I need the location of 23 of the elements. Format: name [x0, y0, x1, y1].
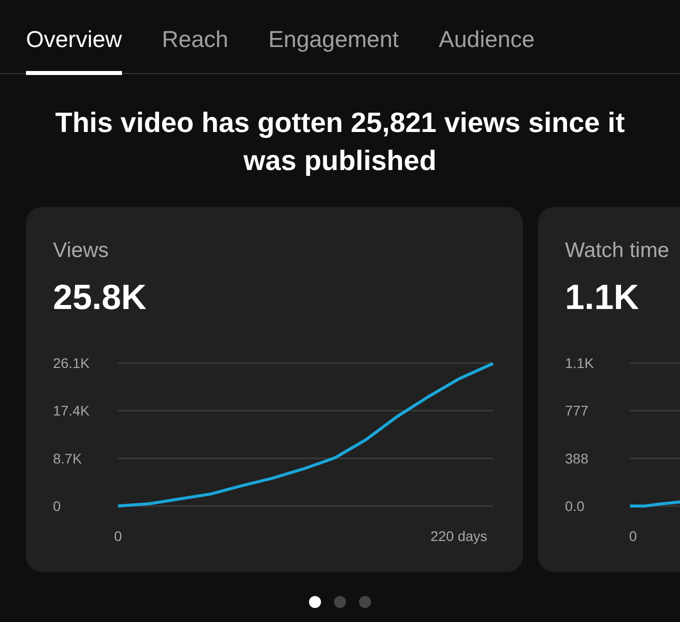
y-axis-label: 17.4K — [53, 402, 90, 418]
line-drawing — [630, 499, 680, 507]
card-title: Watch time — [565, 238, 670, 264]
tab[interactable]: Reach — [162, 22, 228, 74]
y-axis-label: 8.7K — [53, 450, 82, 466]
tab[interactable]: Overview — [26, 22, 122, 74]
y-axis-label: 0.0 — [565, 498, 584, 514]
tab[interactable]: Engagement — [268, 22, 399, 74]
x-axis-label: 0 — [114, 528, 122, 544]
y-axis-label: 388 — [565, 450, 588, 466]
x-axis-label: 220 days — [430, 528, 488, 544]
y-axis-label: 26.1K — [53, 354, 90, 370]
y-axis-label: 777 — [565, 402, 588, 418]
y-axis-label: 1.1K — [565, 354, 594, 370]
stat-card[interactable]: Views 25.8K 26.1K 17.4K 8.7K 0 0 220 days — [26, 206, 523, 572]
tab[interactable]: Audience — [438, 22, 535, 74]
card-value: 25.8K — [53, 277, 148, 319]
x-axis-label: 0 — [629, 528, 637, 544]
y-axis-label: 0 — [53, 498, 61, 514]
card-title: Views — [53, 238, 110, 264]
headline: This video has gotten 25,821 views since it was published — [54, 106, 626, 178]
stat-card[interactable]: Watch time 1.1K 1.1K 777 388 0.0 0 — [538, 206, 680, 572]
card-value: 1.1K — [565, 277, 640, 319]
